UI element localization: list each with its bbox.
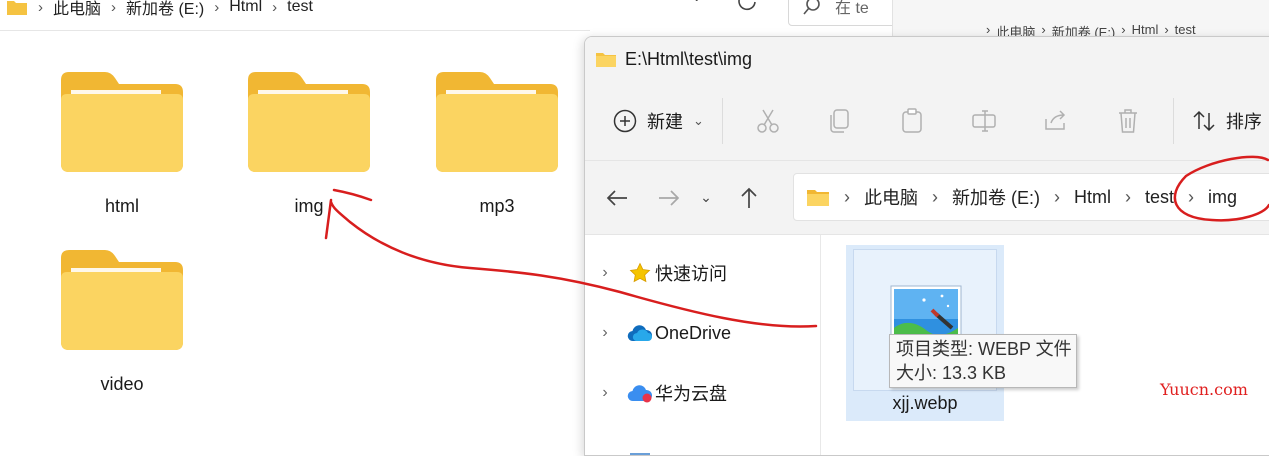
up-button[interactable] (727, 178, 771, 218)
folder-icon (248, 72, 370, 172)
search-box[interactable]: 在 te (788, 0, 898, 26)
cloud-icon (625, 324, 655, 342)
sidebar-item-huawei-cloud[interactable]: › 华为云盘 (585, 373, 821, 413)
back-address-bar[interactable]: › 此电脑 › 新加卷 (E:) › Html › test (0, 0, 780, 28)
breadcrumb-html[interactable]: Html (1074, 187, 1111, 208)
share-button[interactable] (1029, 101, 1083, 141)
folder-label: html (104, 196, 139, 216)
chevron-right-icon: › (932, 186, 938, 207)
file-tooltip: 项目类型: WEBP 文件 大小: 13.3 KB (889, 334, 1077, 388)
folder-icon (596, 53, 616, 67)
sidebar-item-label: 快速访问 (655, 264, 727, 284)
back-button[interactable] (595, 178, 639, 218)
cut-button[interactable] (741, 101, 795, 141)
scissors-icon (757, 109, 779, 133)
title-bar[interactable]: E:\Html\test\img (585, 37, 1269, 81)
sort-button[interactable]: 排序 (1192, 108, 1262, 134)
breadcrumb-drive[interactable]: 新加卷 (E:) (952, 184, 1040, 210)
folder-icon (61, 72, 183, 172)
folder-img[interactable]: img (234, 70, 384, 240)
new-button[interactable]: 新建 ⌄ (613, 108, 704, 134)
folder-label: video (100, 374, 144, 394)
watermark: Yuucn.com (1160, 380, 1248, 399)
chevron-right-icon[interactable]: › (585, 384, 625, 402)
breadcrumb-img[interactable]: img (1208, 187, 1237, 208)
folder-label: img (294, 196, 324, 216)
chevron-down-icon: ⌄ (693, 112, 704, 128)
toolbar-separator (1172, 97, 1174, 144)
chevron-right-icon[interactable]: › (585, 324, 625, 342)
delete-button[interactable] (1101, 101, 1155, 141)
window-title: E:\Html\test\img (625, 48, 753, 69)
search-icon (803, 0, 820, 15)
folder-icon (61, 250, 183, 350)
chevron-right-icon: › (1054, 186, 1060, 207)
recent-locations-button[interactable]: ⌄ (691, 178, 721, 218)
rename-icon (972, 109, 996, 132)
copy-icon (830, 108, 849, 133)
chevron-down-icon: ⌄ (700, 189, 712, 205)
folder-label: mp3 (479, 196, 515, 216)
plus-circle-icon (613, 109, 637, 132)
breadcrumb-test[interactable]: test (287, 0, 313, 16)
folder-mp3[interactable]: mp3 (422, 70, 572, 240)
rename-button[interactable] (957, 101, 1011, 141)
folder-html[interactable]: html (47, 70, 197, 240)
tooltip-size: 大小: 13.3 KB (896, 363, 1007, 383)
chevron-right-icon: › (38, 0, 43, 16)
share-icon (1045, 109, 1065, 130)
chevron-right-icon: › (844, 186, 850, 207)
chevron-right-icon: › (111, 0, 117, 16)
file-name: xjj.webp (892, 393, 958, 413)
breadcrumb-this-pc[interactable]: 此电脑 (53, 0, 101, 19)
breadcrumb-html[interactable]: Html (229, 0, 262, 16)
search-placeholder: 在 te (835, 0, 869, 17)
breadcrumb-test[interactable]: test (1145, 187, 1174, 208)
copy-button[interactable] (813, 101, 867, 141)
chevron-right-icon: › (272, 0, 278, 16)
forward-button[interactable] (647, 178, 691, 218)
navigation-pane: › 快速访问 › OneDrive › 华为云盘 (585, 235, 821, 455)
divider (0, 30, 590, 31)
sort-label: 排序 (1225, 111, 1262, 132)
toolbar: 新建 ⌄ 排序 (585, 81, 1269, 161)
arrow-right-icon (659, 189, 680, 206)
chevron-right-icon: › (214, 0, 220, 16)
new-label: 新建 (647, 111, 683, 132)
toolbar-separator (721, 97, 723, 144)
star-icon (625, 262, 655, 284)
clipboard-icon (902, 107, 922, 133)
chevron-down-icon[interactable]: ⌄ (690, 0, 714, 10)
folder-icon (807, 190, 829, 206)
chevron-right-icon: › (1188, 186, 1195, 207)
folder-icon (436, 72, 558, 172)
arrow-up-icon (741, 187, 757, 208)
arrow-left-icon (606, 189, 627, 206)
file-item[interactable]: xjj.webp (846, 245, 1004, 421)
breadcrumb-drive[interactable]: 新加卷 (E:) (126, 0, 204, 19)
sidebar-item-quick-access[interactable]: › 快速访问 (585, 253, 821, 293)
chevron-right-icon[interactable]: › (585, 264, 625, 282)
folder-icon (7, 1, 27, 15)
chevron-right-icon: › (1125, 186, 1131, 207)
monitor-icon (625, 449, 655, 455)
breadcrumb-this-pc[interactable]: 此电脑 (864, 184, 918, 210)
huawei-cloud-icon (625, 383, 655, 403)
refresh-icon[interactable] (736, 0, 766, 20)
sort-icon (1193, 110, 1215, 131)
tooltip-type: 项目类型: WEBP 文件 (896, 339, 1072, 359)
address-bar[interactable]: › 此电脑 › 新加卷 (E:) › Html › test › img (793, 173, 1269, 221)
sidebar-item-onedrive[interactable]: › OneDrive (585, 313, 821, 353)
sidebar-item-label: 华为云盘 (655, 384, 727, 404)
navigation-bar: ⌄ › 此电脑 › 新加卷 (E:) › Html › test › img (585, 161, 1269, 235)
trash-icon (1118, 108, 1137, 133)
folder-video[interactable]: video (47, 248, 197, 418)
sidebar-item-label: OneDrive (655, 322, 732, 343)
paste-button[interactable] (885, 101, 939, 141)
